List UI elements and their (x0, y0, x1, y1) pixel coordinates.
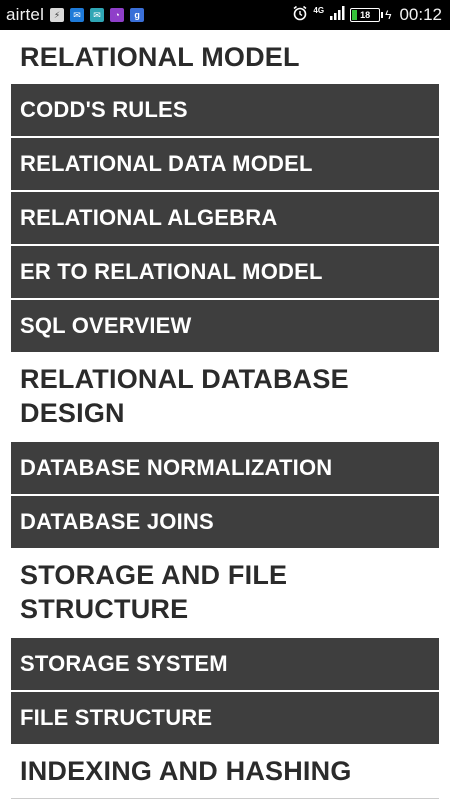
section-header-indexing-and-hashing: INDEXING AND HASHING (20, 756, 352, 786)
list-item-sql-overview[interactable]: SQL OVERVIEW (11, 300, 439, 352)
status-bar: airtel ⚡ ✉ ✉ ◔ g 4G 18 ϟ 00:12 (0, 0, 450, 30)
message-notification-icon: ✉ (70, 8, 85, 22)
list-item-relational-algebra[interactable]: RELATIONAL ALGEBRA (11, 192, 439, 244)
section-header-storage-and-file-structure: STORAGE AND FILE STRUCTURE (20, 560, 288, 624)
status-right: 4G 18 ϟ 00:12 (292, 5, 442, 26)
battery-level: 18 (360, 10, 371, 20)
network-type-label: 4G (313, 5, 325, 15)
status-clock: 00:12 (399, 5, 442, 24)
list-item-storage-system[interactable]: STORAGE SYSTEM (11, 638, 439, 690)
list-item-codds-rules[interactable]: CODD'S RULES (11, 84, 439, 136)
mail-notification-icon: ✉ (90, 8, 105, 22)
alarm-icon (292, 5, 308, 26)
list-divider (11, 798, 439, 799)
list-item-er-to-relational-model[interactable]: ER TO RELATIONAL MODEL (11, 246, 439, 298)
charging-icon: ϟ (385, 8, 392, 22)
signal-strength-icon (329, 5, 345, 26)
battery-icon: 18 (350, 8, 384, 22)
usb-notification-icon: ⚡ (50, 8, 65, 22)
topic-list[interactable]: RELATIONAL MODEL CODD'S RULES RELATIONAL… (0, 30, 450, 800)
section-header-relational-model: RELATIONAL MODEL (20, 42, 300, 72)
list-item-file-structure[interactable]: FILE STRUCTURE (11, 692, 439, 744)
battery-fill (352, 10, 358, 20)
list-item-database-normalization[interactable]: DATABASE NORMALIZATION (11, 442, 439, 494)
status-left: airtel ⚡ ✉ ✉ ◔ g (6, 5, 145, 25)
google-notification-icon: g (130, 8, 145, 22)
app-notification-icon: ◔ (110, 8, 125, 22)
list-item-database-joins[interactable]: DATABASE JOINS (11, 496, 439, 548)
section-header-relational-database-design: RELATIONAL DATABASE DESIGN (20, 364, 349, 428)
carrier-name: airtel (6, 5, 45, 24)
list-item-relational-data-model[interactable]: RELATIONAL DATA MODEL (11, 138, 439, 190)
